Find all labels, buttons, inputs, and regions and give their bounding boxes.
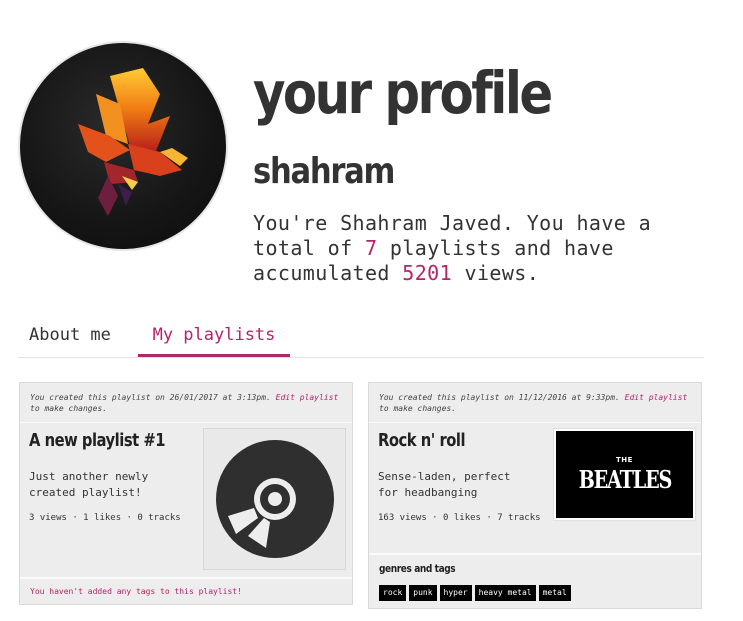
cover-logo-the: THE — [616, 455, 633, 464]
cover-logo-name: BEATLES — [578, 464, 672, 494]
summary-text-end: views. — [452, 261, 540, 285]
playlist-card: You created this playlist on 11/12/2016 … — [368, 382, 702, 609]
playlist-meta: You created this playlist on 11/12/2016 … — [369, 383, 701, 423]
profile-summary: You're Shahram Javed. You have a total o… — [253, 211, 713, 286]
view-count: 5201 — [402, 261, 453, 285]
playlist-cover[interactable]: THE BEATLES — [553, 428, 696, 521]
playlist-meta-suffix: to make changes. — [379, 404, 457, 413]
playlist-title[interactable]: Rock n' roll — [378, 429, 466, 453]
page-title: your profile — [253, 59, 553, 127]
playlist-created-text: You created this playlist on 11/12/2016 … — [379, 393, 625, 402]
beatles-logo: THE BEATLES — [556, 431, 693, 518]
playlist-created-text: You created this playlist on 26/01/2017 … — [30, 393, 276, 402]
playlist-title[interactable]: A new playlist #1 — [29, 429, 165, 453]
playlist-description: Just another newly created playlist! — [29, 470, 149, 499]
playlist-body: A new playlist #1 Just another newly cre… — [20, 423, 352, 575]
playlist-stats: 163 views · 0 likes · 7 tracks — [378, 513, 541, 523]
tag-heavy-metal[interactable]: heavy metal — [474, 585, 536, 601]
playlist-stats: 3 views · 1 likes · 0 tracks — [29, 513, 181, 523]
tag-rock[interactable]: rock — [379, 585, 407, 601]
genres-section: genres and tags rock punk hyper heavy metal… — [369, 553, 701, 609]
tab-about-me[interactable]: About me — [29, 322, 111, 356]
tag-metal[interactable]: metal — [538, 585, 571, 601]
phoenix-bird-icon — [20, 43, 226, 249]
playlist-cover[interactable] — [203, 428, 346, 570]
playlist-card: You created this playlist on 26/01/2017 … — [19, 382, 353, 605]
edit-playlist-link[interactable]: Edit playlist — [276, 393, 339, 402]
edit-playlist-link[interactable]: Edit playlist — [625, 393, 688, 402]
playlist-count: 7 — [364, 236, 378, 260]
playlist-description: Sense-laden, perfect for headbanging — [378, 470, 511, 499]
genres-title: genres and tags — [379, 562, 456, 575]
profile-tabs: About me My playlists — [18, 322, 704, 358]
no-tags-message: You haven't added any tags to this playl… — [20, 577, 352, 604]
tag-punk[interactable]: punk — [409, 585, 437, 601]
profile-avatar — [18, 41, 228, 251]
tab-my-playlists[interactable]: My playlists — [138, 322, 290, 357]
tag-hyper[interactable]: hyper — [439, 585, 472, 601]
playlist-meta-suffix: to make changes. — [30, 404, 108, 413]
profile-username: shahram — [253, 151, 395, 192]
vinyl-disc-icon — [215, 440, 334, 558]
playlist-meta: You created this playlist on 26/01/2017 … — [20, 383, 352, 423]
